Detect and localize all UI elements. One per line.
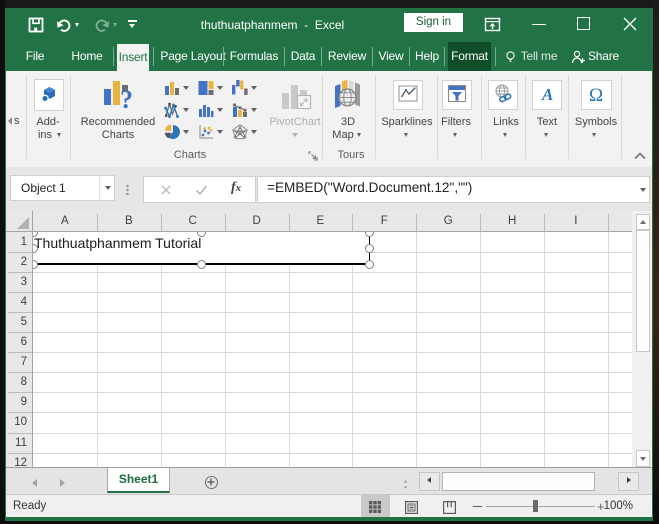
svg-text:Ω: Ω xyxy=(589,85,603,106)
svg-text:?: ? xyxy=(120,85,133,113)
svg-text:A: A xyxy=(541,85,553,104)
